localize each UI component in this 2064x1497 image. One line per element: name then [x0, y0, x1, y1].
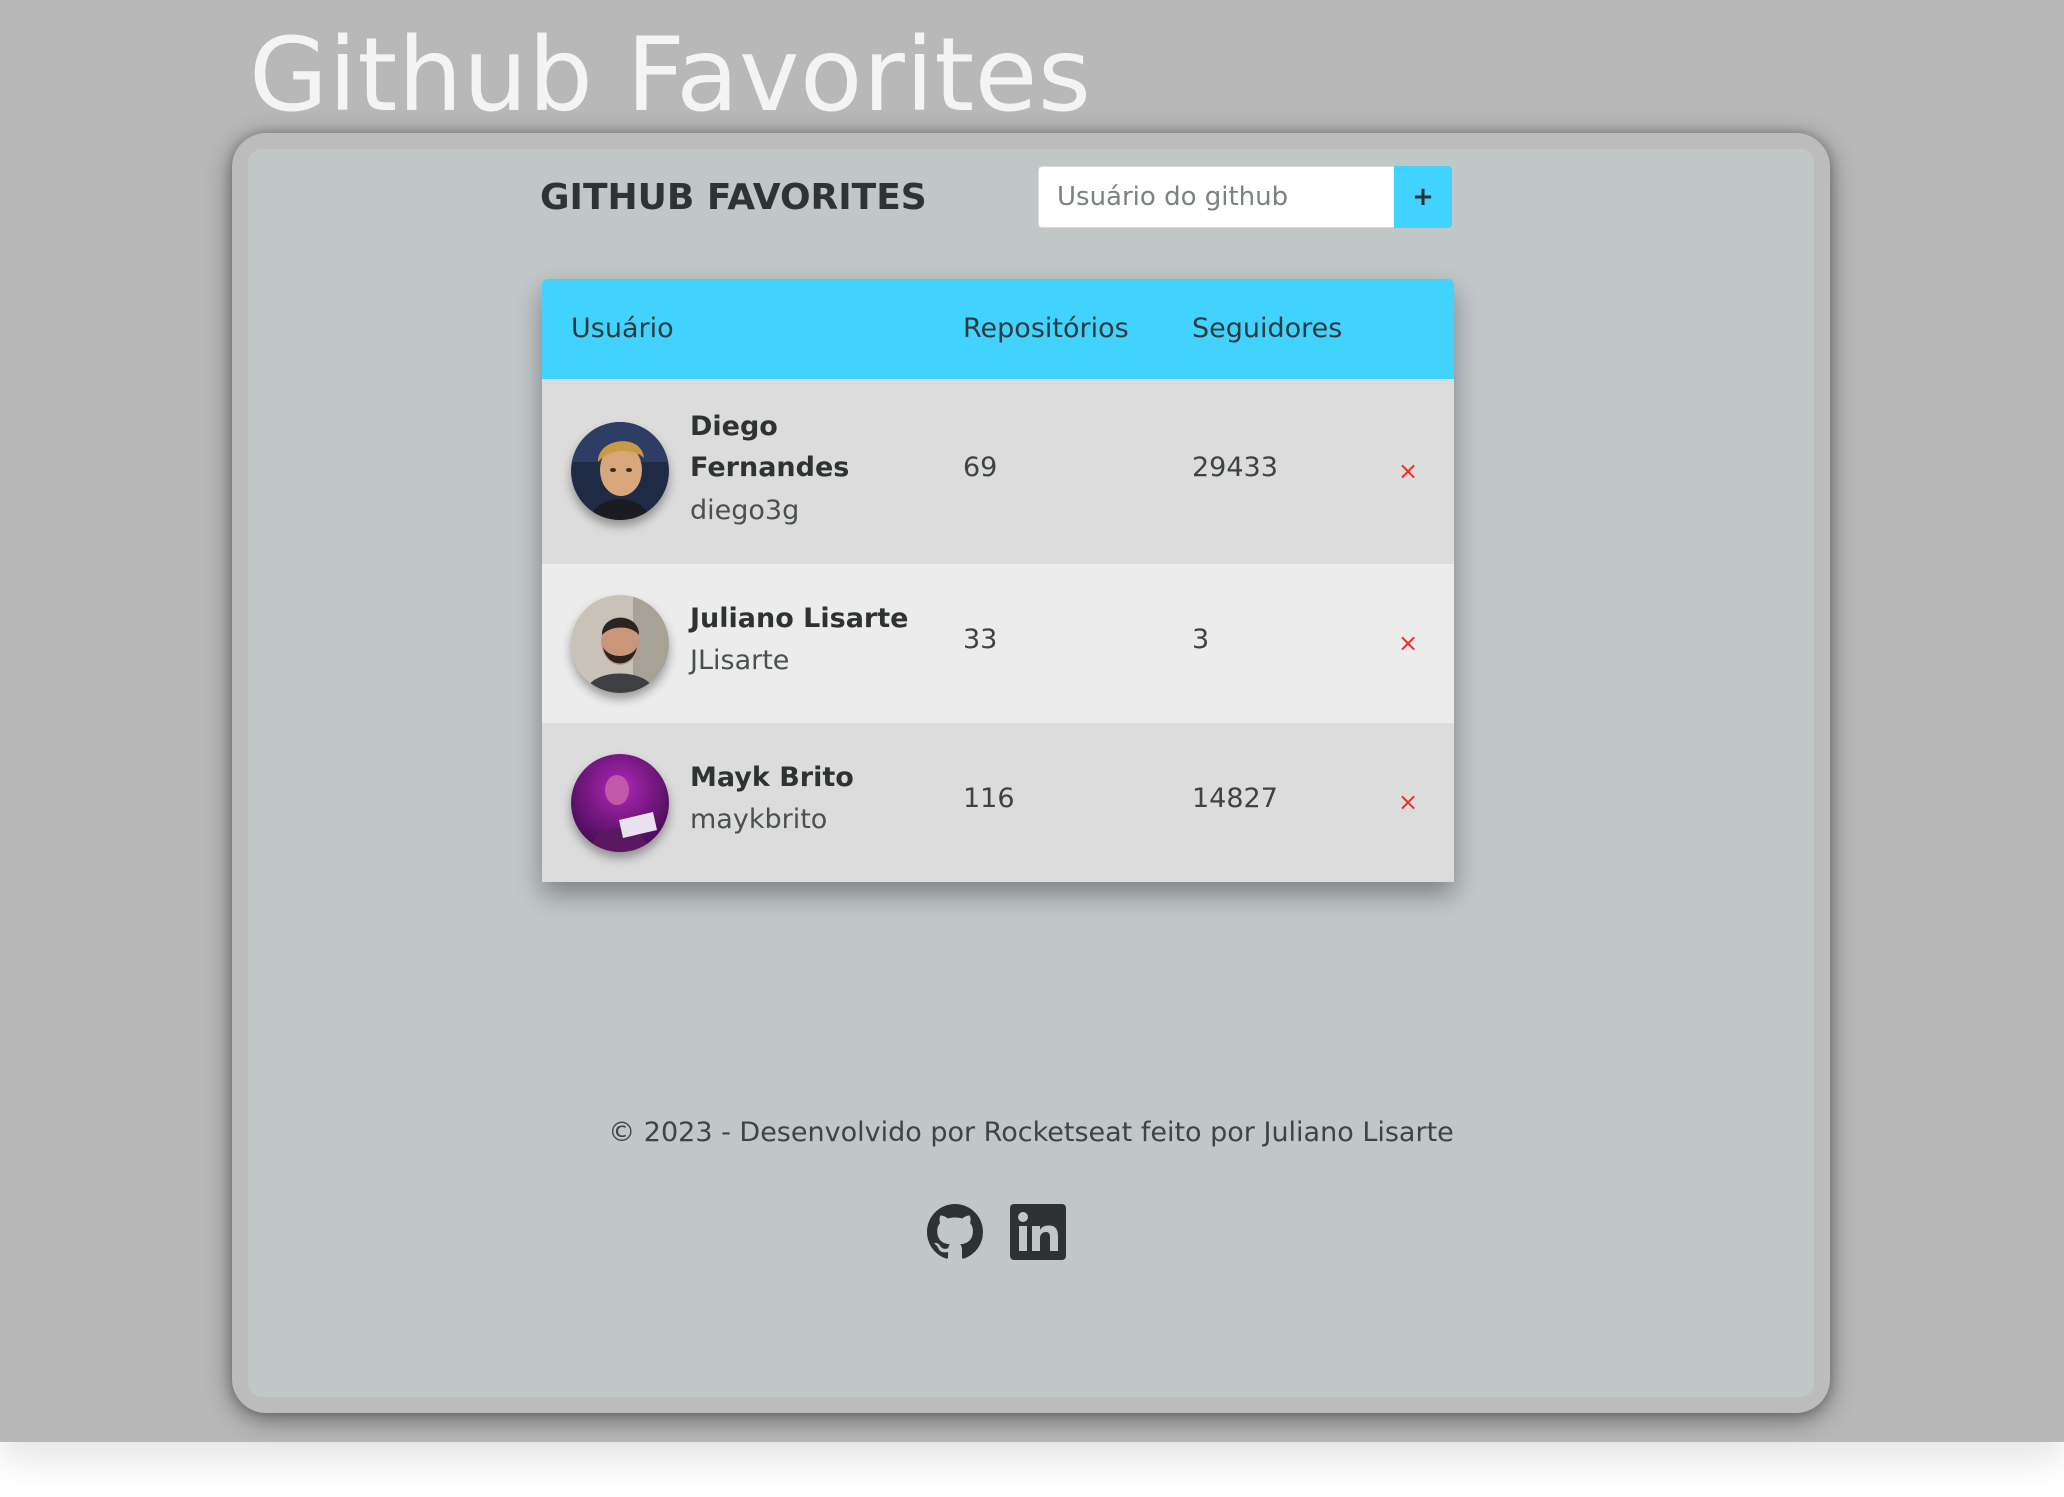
avatar[interactable]	[571, 422, 669, 520]
search-input[interactable]	[1038, 166, 1394, 228]
table-row: Juliano Lisarte JLisarte 33 3 ×	[542, 564, 1454, 723]
footer-credit: © 2023 - Desenvolvido por Rocketseat fei…	[608, 1117, 1454, 1148]
linkedin-link[interactable]	[1010, 1204, 1066, 1260]
table-header: Usuário Repositórios Seguidores	[542, 279, 1454, 379]
followers-count: 14827	[1192, 783, 1278, 814]
avatar[interactable]	[571, 595, 669, 693]
user-name: Mayk Brito	[690, 762, 854, 793]
table-row: Diego Fernandes diego3g 69 29433 ×	[542, 379, 1454, 564]
avatar[interactable]	[571, 754, 669, 852]
linkedin-icon	[1010, 1204, 1066, 1260]
github-link[interactable]	[927, 1204, 983, 1260]
page-title: Github Favorites	[249, 16, 1092, 135]
user-login: JLisarte	[690, 645, 790, 676]
column-header-repositories: Repositórios	[963, 313, 1129, 344]
followers-count: 29433	[1192, 452, 1278, 483]
remove-button[interactable]: ×	[1396, 631, 1420, 655]
favorites-table: Usuário Repositórios Seguidores Diego Fe…	[542, 279, 1454, 882]
column-header-user: Usuário	[571, 313, 674, 344]
user-login: maykbrito	[690, 804, 828, 835]
user-name: Juliano Lisarte	[690, 603, 909, 634]
repositories-count: 69	[963, 452, 998, 483]
window-frame: GITHUB FAVORITES + Usuário Repositórios …	[232, 133, 1830, 1413]
followers-count: 3	[1192, 624, 1210, 655]
repositories-count: 116	[963, 783, 1015, 814]
repositories-count: 33	[963, 624, 998, 655]
remove-button[interactable]: ×	[1396, 459, 1420, 483]
add-user-button[interactable]: +	[1394, 166, 1452, 228]
app-heading: GITHUB FAVORITES	[540, 177, 927, 218]
github-icon	[927, 1204, 983, 1259]
table-row: Mayk Brito maykbrito 116 14827 ×	[542, 723, 1454, 882]
app-screen: GITHUB FAVORITES + Usuário Repositórios …	[248, 149, 1814, 1397]
user-name: Diego Fernandes	[690, 411, 850, 483]
user-login: diego3g	[690, 495, 800, 526]
column-header-followers: Seguidores	[1192, 313, 1343, 344]
remove-button[interactable]: ×	[1396, 790, 1420, 814]
